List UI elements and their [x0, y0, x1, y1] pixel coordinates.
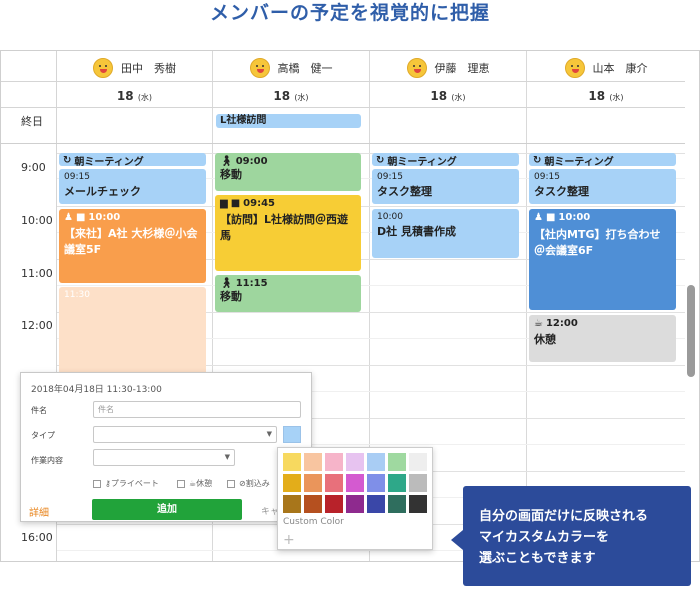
color-palette: Custom Color + [277, 447, 433, 550]
walk-icon: 🚶︎ [220, 156, 233, 167]
subject-label: 件名 [31, 406, 47, 415]
color-swatch[interactable] [409, 453, 427, 471]
avatar [93, 58, 113, 78]
custom-color-label: Custom Color [283, 517, 344, 527]
chevron-down-icon: ▼ [224, 453, 230, 461]
popup-date: 2018年04月18日 11:30-13:00 [31, 385, 162, 395]
color-swatch[interactable] [409, 474, 427, 492]
visitor-icon: ♟ [64, 212, 73, 223]
avatar [249, 58, 270, 78]
group-icon: ♟ [534, 212, 543, 223]
repeat-icon: ↻ [63, 155, 72, 166]
color-swatch[interactable] [325, 453, 343, 471]
event-card[interactable]: ↻ 朝ミーティング [372, 153, 519, 166]
work-select[interactable]: ▼ [93, 449, 235, 466]
allday-divider [1, 143, 685, 144]
date-header[interactable]: 18 (水) [527, 89, 685, 103]
color-swatch[interactable] [367, 474, 385, 492]
chat-icon: ■ [230, 198, 241, 209]
repeat-icon: ↻ [533, 155, 542, 166]
hour-label: 16:00 [21, 531, 53, 544]
hour-label: 10:00 [21, 214, 53, 227]
event-card[interactable]: 10:00 D社 見積書作成 [372, 209, 519, 258]
event-card[interactable]: 🚶︎ 09:00 移動 [215, 153, 361, 191]
subject-input[interactable]: 件名 [93, 401, 301, 418]
tooltip-callout: 自分の画面だけに反映される マイカスタムカラーを 選ぶこともできます [451, 486, 691, 586]
coffee-icon: ☕︎ [534, 318, 543, 329]
type-select[interactable]: ▼ [93, 426, 277, 443]
event-card[interactable]: ▆ ■ 09:45 【訪問】L社様訪問＠西遊馬 [215, 195, 361, 271]
color-swatch[interactable] [304, 495, 322, 513]
color-swatch[interactable] [409, 495, 427, 513]
event-card[interactable]: 09:15 メールチェック [59, 169, 206, 204]
color-swatch[interactable] [283, 495, 301, 513]
event-card[interactable]: ↻ 朝ミーティング [529, 153, 676, 166]
ban-icon: ⊘ [239, 479, 246, 488]
header-divider [1, 81, 685, 82]
date-header[interactable]: 18 (水) [57, 89, 212, 103]
member-header[interactable]: 田中 秀樹 [57, 57, 212, 79]
date-header[interactable]: 18 (水) [370, 89, 526, 103]
color-swatch[interactable] [283, 453, 301, 471]
coffee-icon: ☕︎ [189, 479, 197, 488]
color-swatch[interactable] [367, 453, 385, 471]
member-header[interactable]: 伊藤 理恵 [370, 57, 526, 79]
type-label: タイプ [31, 431, 55, 440]
add-button[interactable]: 追加 [92, 499, 242, 520]
event-card[interactable]: 09:15 タスク整理 [372, 169, 519, 204]
member-name: 高橋 健一 [277, 62, 333, 75]
member-header[interactable]: 山本 康介 [527, 57, 685, 79]
break-checkbox[interactable]: ☕︎ 休憩 [177, 478, 212, 489]
private-checkbox[interactable]: ⚷ プライベート [93, 478, 159, 489]
event-draft[interactable]: 11:30 [59, 287, 206, 377]
color-swatch[interactable] [304, 453, 322, 471]
date-divider [1, 107, 685, 108]
color-swatch[interactable] [325, 495, 343, 513]
interrupt-checkbox[interactable]: ⊘ 割込み [227, 478, 270, 489]
color-swatch[interactable] [346, 474, 364, 492]
detail-link[interactable]: 詳細 [29, 504, 49, 519]
hour-label: 11:00 [21, 267, 53, 280]
chat-icon: ■ [545, 212, 556, 223]
column-divider [526, 51, 527, 561]
member-name: 伊藤 理恵 [434, 62, 490, 75]
briefcase-icon: ▆ [220, 198, 228, 209]
scrollbar[interactable] [687, 285, 695, 377]
page-headline: メンバーの予定を視覚的に把握 [209, 2, 490, 24]
walk-icon: 🚶︎ [220, 278, 233, 289]
chevron-down-icon: ▼ [266, 430, 272, 438]
allday-event[interactable]: L社様訪問 [216, 114, 361, 128]
color-swatch[interactable] [325, 474, 343, 492]
quick-add-popup: 2018年04月18日 11:30-13:00 件名 件名 タイプ ▼ 作業内容… [20, 372, 312, 522]
event-card[interactable]: ♟ ■ 10:00 【社内MTG】打ち合わせ＠会議室6F [529, 209, 676, 310]
work-label: 作業内容 [31, 456, 63, 465]
add-custom-color-icon[interactable]: + [283, 532, 295, 548]
color-swatch[interactable] [304, 474, 322, 492]
hour-label: 9:00 [21, 161, 46, 174]
color-swatch[interactable] [346, 495, 364, 513]
repeat-icon: ↻ [376, 155, 385, 166]
member-name: 田中 秀樹 [121, 62, 176, 75]
chat-icon: ■ [75, 212, 86, 223]
event-card[interactable]: 09:15 タスク整理 [529, 169, 676, 204]
color-swatch[interactable] [283, 474, 301, 492]
hour-label: 12:00 [21, 319, 53, 332]
date-header[interactable]: 18 (水) [213, 89, 369, 103]
tooltip-text: 自分の画面だけに反映される マイカスタムカラーを 選ぶこともできます [479, 509, 649, 566]
color-swatch[interactable] [346, 453, 364, 471]
color-swatch[interactable] [388, 495, 406, 513]
event-card[interactable]: ♟ ■ 10:00 【来社】A社 大杉様＠小会議室5F [59, 209, 206, 283]
member-name: 山本 康介 [592, 62, 648, 75]
color-swatch[interactable] [367, 495, 385, 513]
allday-label: 終日 [21, 115, 43, 128]
member-header[interactable]: 高橋 健一 [213, 57, 369, 79]
color-swatch[interactable] [388, 474, 406, 492]
color-picker-button[interactable] [283, 426, 301, 443]
event-card[interactable]: ↻ 朝ミーティング [59, 153, 206, 166]
event-card[interactable]: 🚶︎ 11:15 移動 [215, 275, 361, 312]
color-swatch[interactable] [388, 453, 406, 471]
avatar [406, 58, 427, 78]
event-card[interactable]: ☕︎ 12:00 休憩 [529, 315, 676, 362]
avatar [564, 58, 585, 78]
